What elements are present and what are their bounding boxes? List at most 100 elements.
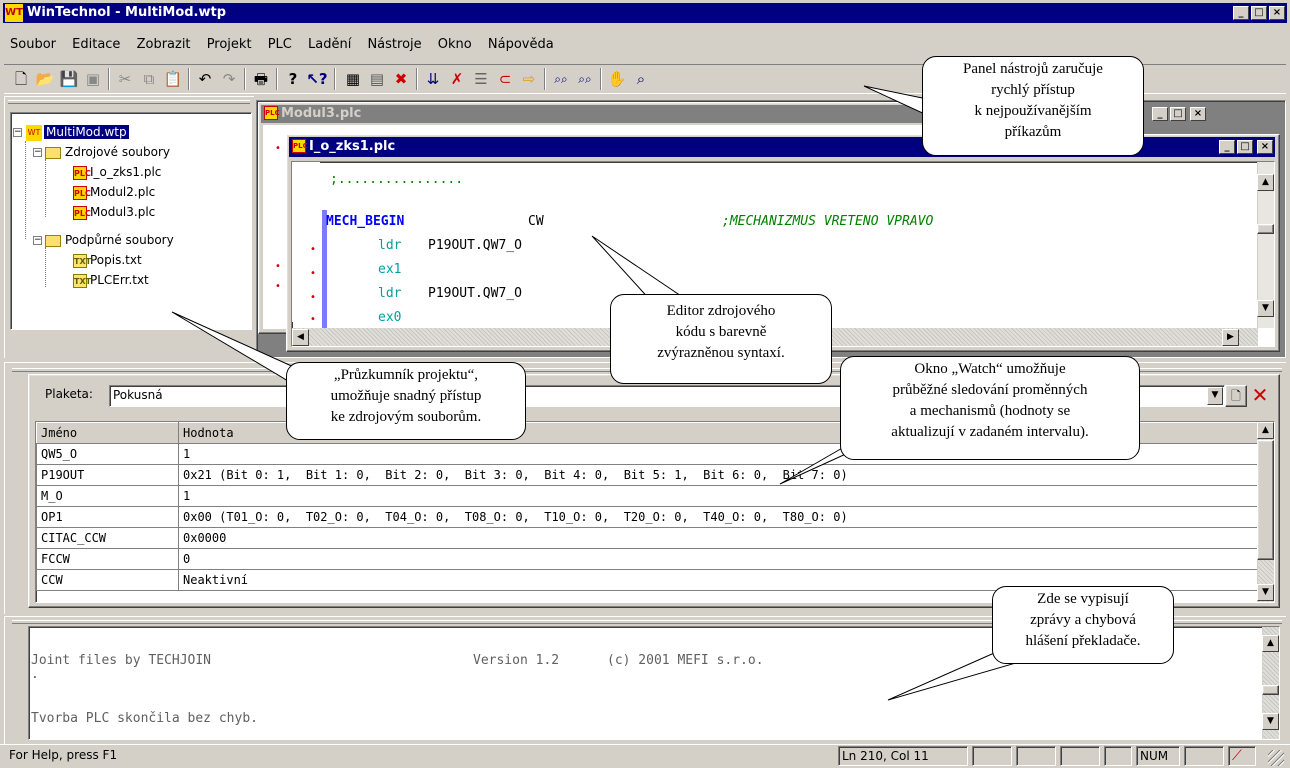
menu-okno[interactable]: Okno	[438, 37, 472, 52]
breakpoint-icon[interactable]: ⊂	[494, 68, 516, 90]
plaketa-value: Pokusná	[113, 388, 163, 402]
editor-close-button[interactable]: ×	[1257, 140, 1273, 154]
step-icon[interactable]: ⇊	[422, 68, 444, 90]
tree-file-label: PLCErr.txt	[90, 273, 149, 287]
back-close-button[interactable]: ×	[1190, 107, 1206, 121]
open-icon[interactable]: 📂	[34, 68, 56, 90]
tree-file[interactable]: PLCModul2.plc	[73, 183, 155, 201]
collapse-toggle-icon[interactable]: −	[33, 236, 42, 245]
tree-file[interactable]: PLCModul3.plc	[73, 203, 155, 221]
scroll-down-button[interactable]: ▼	[1257, 300, 1274, 317]
menu-plc[interactable]: PLC	[268, 37, 292, 52]
tree-file[interactable]: TXTPopis.txt	[73, 251, 142, 269]
scroll-thumb[interactable]	[1257, 224, 1274, 234]
menu-nastroje[interactable]: Nástroje	[367, 37, 421, 52]
callout-toolbar-line: rychlý přístup	[991, 82, 1075, 98]
tree-line	[25, 141, 26, 239]
menu-ladeni[interactable]: Ladění	[308, 37, 351, 52]
toolbar-separator	[416, 68, 418, 90]
delete-icon[interactable]: ✗	[446, 68, 468, 90]
table-row[interactable]: M_O 1	[36, 485, 1258, 507]
back-window-title: Modul3.plc	[281, 106, 362, 121]
callout-toolbar-line: příkazům	[1004, 124, 1062, 140]
menu-editace[interactable]: Editace	[72, 37, 120, 52]
tree-folder-source[interactable]: − Zdrojové soubory	[33, 143, 170, 161]
toolbar-separator	[276, 68, 278, 90]
table-row[interactable]: FCCW 0	[36, 548, 1258, 570]
paste-icon[interactable]: 📋	[162, 68, 184, 90]
maximize-button[interactable]: □	[1251, 6, 1267, 20]
main-title-bar[interactable]: WT WinTechnol - MultiMod.wtp _ □ ×	[3, 3, 1287, 23]
compile-icon[interactable]: ▦	[342, 68, 364, 90]
gutter-marker: •	[310, 244, 316, 255]
scroll-right-button[interactable]: ▶	[1222, 329, 1239, 346]
redo-icon[interactable]: ↷	[218, 68, 240, 90]
resize-grip-icon[interactable]	[1268, 750, 1284, 766]
callout-watch-line: Okno „Watch“ umožňuje	[914, 361, 1066, 377]
scroll-down-button[interactable]: ▼	[1257, 584, 1274, 601]
help-icon[interactable]: ?	[282, 68, 304, 90]
table-row[interactable]: CITAC_CCW 0x0000	[36, 527, 1258, 549]
plaketa-label: Plaketa:	[45, 387, 93, 401]
callout-editor-line: zvýrazněnou syntaxí.	[657, 345, 785, 361]
table-row[interactable]: P19OUT 0x21 (Bit 0: 1, Bit 1: 0, Bit 2: 0…	[36, 464, 1258, 486]
scroll-thumb[interactable]	[1262, 685, 1279, 695]
compile-all-icon[interactable]: ▤	[366, 68, 388, 90]
close-button[interactable]: ×	[1269, 6, 1285, 20]
callout-output: Zde se vypisují zprávy a chybová hlášení…	[992, 586, 1174, 664]
menu-zobrazit[interactable]: Zobrazit	[137, 37, 191, 52]
code-argument: CW	[528, 214, 544, 229]
save-icon[interactable]: 💾	[58, 68, 80, 90]
collapse-toggle-icon[interactable]: −	[13, 128, 22, 137]
undo-icon[interactable]: ↶	[194, 68, 216, 90]
menu-soubor[interactable]: Soubor	[10, 37, 56, 52]
collapse-toggle-icon[interactable]: −	[33, 148, 42, 157]
back-minimize-button[interactable]: _	[1152, 107, 1168, 121]
print-icon[interactable]: 🖶	[250, 68, 272, 90]
find-replace-icon[interactable]: ⌕	[630, 68, 652, 90]
tree-file[interactable]: TXTPLCErr.txt	[73, 271, 149, 289]
scroll-up-button[interactable]: ▲	[1262, 635, 1279, 652]
scroll-thumb[interactable]	[1257, 440, 1274, 560]
gutter-marker: •	[310, 292, 316, 303]
watch-icon[interactable]: ☰	[470, 68, 492, 90]
cut-icon[interactable]: ✂	[114, 68, 136, 90]
tree-root[interactable]: − WT MultiMod.wtp	[13, 123, 129, 141]
explorer-grip	[8, 100, 250, 104]
new-icon[interactable]: 🗋	[10, 68, 32, 90]
table-row[interactable]: OP1 0x00 (T01_O: 0, T02_O: 0, T04_O: 0, T…	[36, 506, 1258, 528]
tree-file[interactable]: PLCI_o_zks1.plc	[73, 163, 161, 181]
row-value: 0x00 (T01_O: 0, T02_O: 0, T04_O: 0, T08_…	[178, 506, 1258, 528]
column-header-name[interactable]: Jméno	[36, 422, 179, 444]
scroll-up-button[interactable]: ▲	[1257, 174, 1274, 191]
editor-maximize-button[interactable]: □	[1237, 140, 1253, 154]
row-name: QW5_O	[36, 443, 179, 465]
scroll-down-button[interactable]: ▼	[1262, 713, 1279, 730]
find-next-icon[interactable]: ⌕⌕	[574, 68, 596, 90]
status-cell	[972, 746, 1012, 766]
menu-projekt[interactable]: Projekt	[207, 37, 252, 52]
scroll-left-button[interactable]: ◀	[292, 329, 309, 346]
context-help-icon[interactable]: ↖?	[306, 68, 328, 90]
tree-file-label: Popis.txt	[90, 253, 142, 267]
code-line-comment: ;................	[330, 172, 464, 187]
folder-icon	[45, 146, 61, 159]
find-icon[interactable]: ⌕⌕	[550, 68, 572, 90]
stop-icon[interactable]: ✖	[390, 68, 412, 90]
dropdown-arrow-icon[interactable]: ▼	[1207, 387, 1223, 405]
editor-minimize-button[interactable]: _	[1219, 140, 1235, 154]
new-plaketa-button[interactable]: 🗋	[1225, 385, 1247, 407]
tree-folder-support[interactable]: − Podpůrné soubory	[33, 231, 174, 249]
hand-icon[interactable]: ✋	[606, 68, 628, 90]
scroll-up-button[interactable]: ▲	[1257, 422, 1274, 439]
delete-plaketa-button[interactable]: ✕	[1249, 385, 1271, 407]
menu-napoveda[interactable]: Nápověda	[488, 37, 554, 52]
minimize-button[interactable]: _	[1233, 6, 1249, 20]
copy-icon[interactable]: ⧉	[138, 68, 160, 90]
back-maximize-button[interactable]: □	[1170, 107, 1186, 121]
save-all-icon[interactable]: ▣	[82, 68, 104, 90]
status-indicator: ⟋	[1228, 746, 1256, 766]
gutter-marker: •	[310, 268, 316, 279]
run-icon[interactable]: ⇨	[518, 68, 540, 90]
tree-file-label: Modul3.plc	[90, 205, 156, 219]
